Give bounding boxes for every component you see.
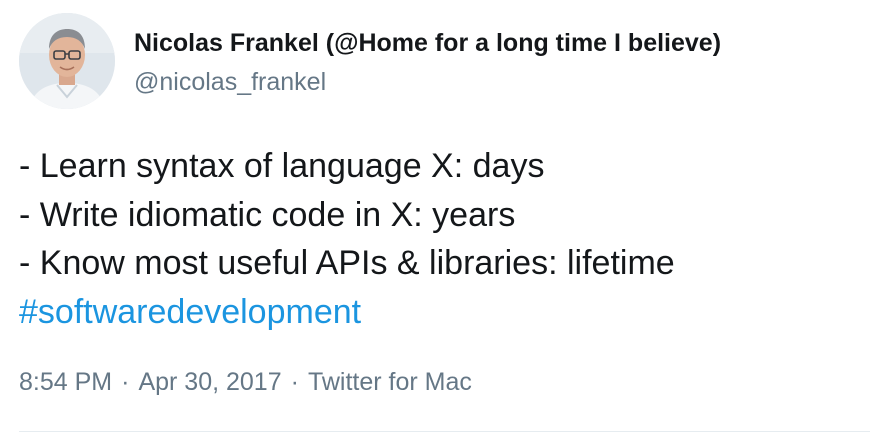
tweet-source-link[interactable]: Twitter for Mac — [308, 368, 472, 396]
author-handle[interactable]: @nicolas_frankel — [134, 66, 326, 98]
tweet-card: Nicolas Frankel (@Home for a long time I… — [0, 0, 870, 434]
tweet-line: - Learn syntax of language X: days — [19, 147, 545, 185]
tweet-metadata: 8:54 PM · Apr 30, 2017 · Twitter for Mac — [19, 366, 472, 398]
hashtag-link[interactable]: #softwaredevelopment — [19, 288, 859, 337]
avatar-photo-icon — [19, 13, 115, 109]
tweet-line: - Write idiomatic code in X: years — [19, 195, 516, 234]
meta-separator: · — [121, 368, 130, 396]
tweet-date[interactable]: Apr 30, 2017 — [138, 368, 281, 396]
meta-separator: · — [290, 368, 299, 396]
divider — [19, 431, 870, 432]
tweet-text: - Learn syntax of language X: days - Wri… — [19, 142, 859, 336]
tweet-line: - Know most useful APIs & libraries: lif… — [19, 244, 675, 282]
tweet-time[interactable]: 8:54 PM — [19, 368, 112, 396]
author-display-name[interactable]: Nicolas Frankel (@Home for a long time I… — [134, 27, 721, 59]
avatar[interactable] — [19, 13, 115, 109]
